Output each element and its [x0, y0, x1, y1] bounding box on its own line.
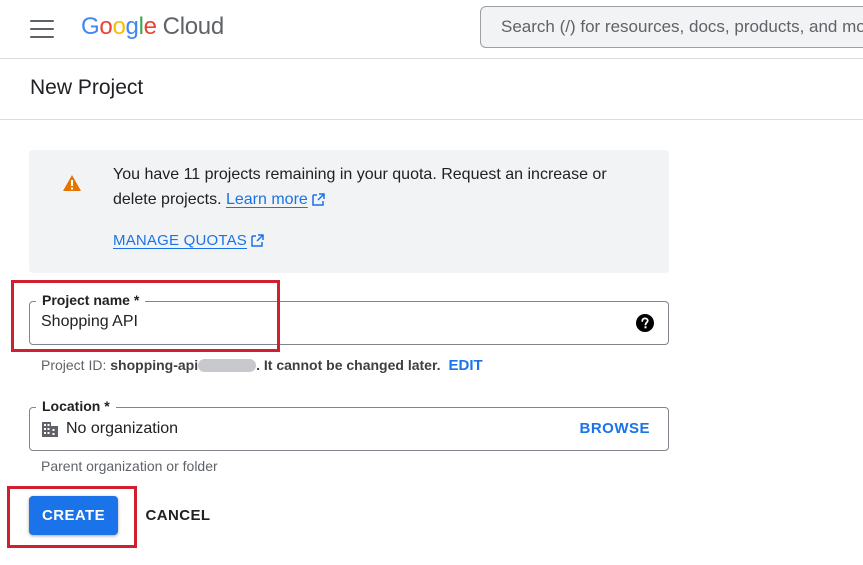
external-link-icon	[312, 193, 325, 206]
project-name-field[interactable]: Project name *	[29, 292, 669, 345]
page-title-bar: New Project	[0, 59, 863, 120]
edit-project-id-link[interactable]: EDIT	[449, 357, 483, 374]
search-input[interactable]	[501, 17, 863, 37]
building-icon	[42, 422, 58, 437]
page-title: New Project	[30, 76, 144, 99]
top-bar: Google Cloud	[0, 0, 863, 59]
quota-message: You have 11 projects remaining in your q…	[113, 162, 643, 212]
help-icon[interactable]	[636, 314, 654, 332]
project-id-value: shopping-api	[110, 357, 199, 373]
quota-message-text: You have 11 projects remaining in your q…	[113, 166, 607, 208]
search-bar[interactable]	[480, 6, 863, 48]
redacted-suffix	[198, 359, 257, 372]
warning-icon	[63, 175, 81, 191]
hamburger-menu-icon[interactable]	[30, 20, 54, 38]
project-name-input[interactable]	[41, 313, 621, 331]
location-field[interactable]: Location * No organization BROWSE	[29, 398, 669, 451]
cancel-button[interactable]: CANCEL	[138, 496, 218, 535]
manage-quotas-link[interactable]: MANAGE QUOTAS	[113, 232, 264, 249]
project-name-label: Project name *	[36, 292, 146, 308]
browse-button[interactable]: BROWSE	[580, 420, 651, 437]
google-cloud-logo[interactable]: Google Cloud	[81, 13, 224, 41]
location-label: Location *	[36, 398, 116, 414]
external-link-icon	[251, 234, 264, 247]
location-value: No organization	[66, 420, 179, 437]
create-button[interactable]: CREATE	[29, 496, 118, 535]
learn-more-link[interactable]: Learn more	[226, 191, 308, 208]
project-id-hint: Project ID: shopping-api. It cannot be c…	[41, 357, 483, 374]
location-hint: Parent organization or folder	[41, 458, 218, 474]
